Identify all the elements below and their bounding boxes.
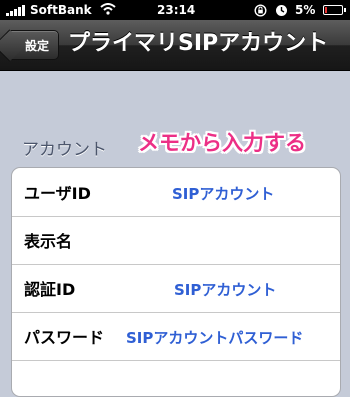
- status-time: 23:14: [157, 3, 196, 17]
- rotation-lock-icon: [254, 4, 267, 17]
- wifi-icon: [100, 3, 116, 15]
- navigation-bar: 設定 プライマリSIPアカウント: [0, 20, 350, 71]
- status-bar: SoftBank 23:14 5%: [0, 0, 350, 20]
- table-row-password[interactable]: パスワード SIPアカウントパスワード: [12, 312, 340, 361]
- battery-level-fill: [325, 7, 327, 13]
- carrier-name: SoftBank: [30, 3, 92, 17]
- annotation-enter-from-memo: メモから入力する: [138, 131, 306, 155]
- row-annotation: SIPアカウント: [172, 185, 275, 203]
- row-label: ユーザID: [24, 184, 91, 203]
- section-header-account: アカウント: [22, 140, 107, 160]
- row-label: 認証ID: [24, 280, 76, 299]
- battery-percent: 5%: [295, 3, 316, 17]
- alarm-icon: [276, 5, 287, 16]
- table-row-display-name[interactable]: 表示名: [12, 216, 340, 265]
- table-row-auth-id[interactable]: 認証ID SIPアカウント: [12, 264, 340, 313]
- row-annotation: SIPアカウント: [174, 281, 277, 299]
- account-settings-table: ユーザID SIPアカウント 表示名 認証ID SIPアカウント パスワード S…: [11, 167, 341, 397]
- back-button[interactable]: 設定: [6, 30, 60, 60]
- row-annotation: SIPアカウントパスワード: [126, 329, 304, 347]
- row-label: パスワード: [24, 328, 105, 347]
- signal-icon: [6, 5, 28, 16]
- battery-icon: [323, 5, 346, 15]
- page-title: プライマリSIPアカウント: [68, 31, 329, 56]
- back-button-label: 設定: [25, 39, 50, 53]
- row-label: 表示名: [24, 232, 73, 251]
- table-row-username[interactable]: ユーザID SIPアカウント: [12, 168, 340, 217]
